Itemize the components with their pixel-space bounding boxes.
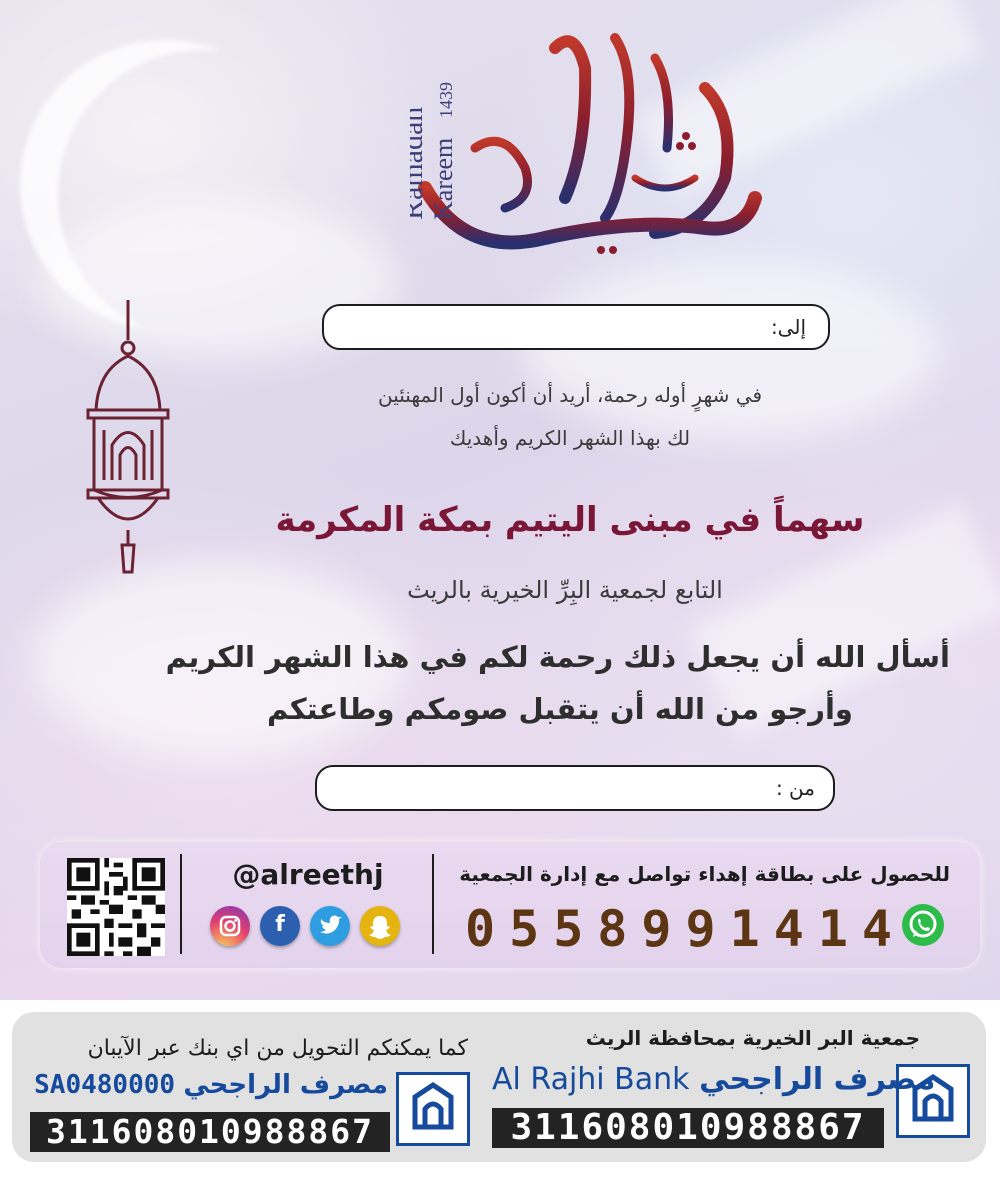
- bank-panel: جمعية البر الخيرية بمحافظة الريث Al Rajh…: [12, 1012, 986, 1162]
- whatsapp-icon[interactable]: [902, 904, 944, 946]
- bank-logo-icon: [396, 1072, 470, 1146]
- phone-number[interactable]: 0558991414: [465, 900, 892, 958]
- headline: سهماً في مبنى اليتيم بمكة المكرمة: [275, 500, 865, 540]
- iban[interactable]: SA0480000: [34, 1070, 175, 1100]
- ramadan-kareem-latin: Ramadan Kareem 1439: [410, 82, 458, 220]
- social-handle[interactable]: @alreethj: [208, 858, 408, 891]
- to-field[interactable]: إلى:: [322, 304, 830, 350]
- year: 1439: [436, 82, 456, 118]
- bank-name: Al Rajhi Bank مصرف الراجحي: [492, 1062, 935, 1097]
- facebook-icon[interactable]: f: [260, 906, 300, 946]
- org-name: جمعية البر الخيرية بمحافظة الريث: [585, 1026, 920, 1050]
- prayer-line-1: أسأل الله أن يجعل ذلك رحمة لكم في هذا ال…: [165, 640, 950, 674]
- qr-code[interactable]: [67, 858, 165, 956]
- lantern-icon: [86, 300, 170, 574]
- latin-line1: Ramadan: [410, 107, 429, 220]
- bank-section: جمعية البر الخيرية بمحافظة الريث Al Rajh…: [0, 1000, 1000, 1180]
- bank-name-ar: مصرف الراجحي: [699, 1062, 936, 1097]
- twitter-icon[interactable]: [310, 906, 350, 946]
- prayer-line-2: وأرجو من الله أن يتقبل صومكم وطاعتكم: [267, 692, 853, 726]
- iban-note: كما يمكنكم التحويل من اي بنك عبر الآيبان: [87, 1036, 468, 1061]
- latin-line2: Kareem: [429, 138, 458, 220]
- iban-line: SA0480000 مصرف الراجحي: [30, 1070, 388, 1100]
- instagram-icon[interactable]: [210, 906, 250, 946]
- crescent-moon: [20, 40, 310, 330]
- cta-text: للحصول على بطاقة إهداء تواصل مع إدارة ال…: [459, 862, 950, 886]
- intro-line-2: لك بهذا الشهر الكريم وأهديك: [449, 426, 691, 450]
- contact-panel: @alreethj f للحصول على بطاقة إهداء تواصل…: [40, 842, 980, 968]
- iban-account-number[interactable]: 311608010988867: [30, 1112, 390, 1152]
- snapchat-icon[interactable]: [360, 906, 400, 946]
- cloud: [520, 260, 940, 440]
- iban-bank-name: مصرف الراجحي: [183, 1070, 388, 1100]
- to-label: إلى:: [770, 315, 806, 339]
- from-label: من :: [775, 776, 815, 800]
- from-field[interactable]: من :: [315, 765, 835, 811]
- divider: [180, 854, 182, 954]
- divider: [432, 854, 434, 954]
- intro-line-1: في شهرٍ أوله رحمة، أريد أن أكون أول المه…: [377, 383, 763, 407]
- bank-name-en: Al Rajhi Bank: [492, 1062, 690, 1097]
- subline: التابع لجمعية البِرِّ الخيرية بالريث: [407, 576, 723, 604]
- account-number[interactable]: 311608010988867: [492, 1108, 884, 1148]
